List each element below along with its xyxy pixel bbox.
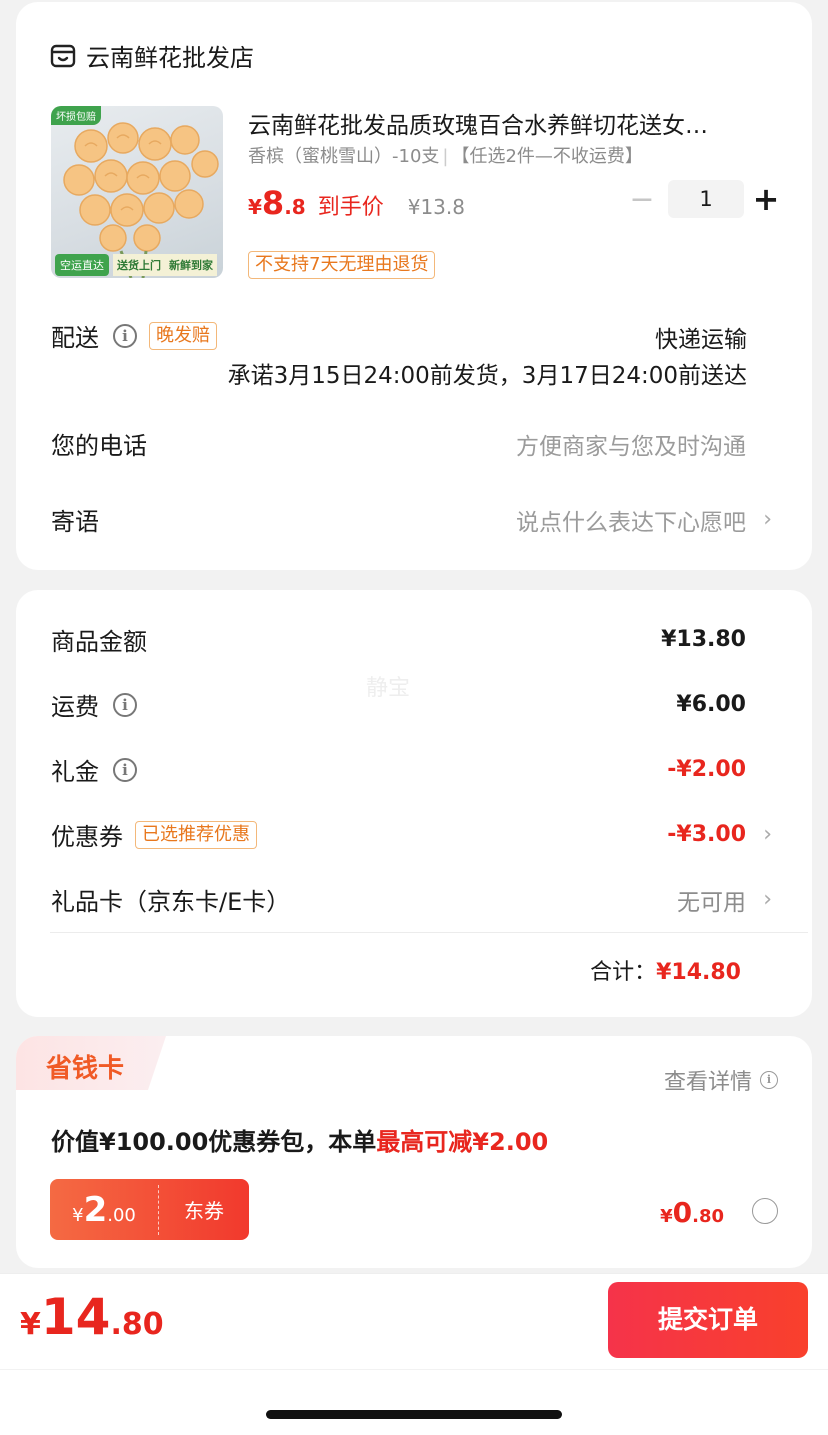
savings-radio[interactable]: [752, 1198, 778, 1224]
shipping-row: 运费 i ¥6.00: [51, 687, 746, 722]
product-price: ¥ 8 .8 到手价 ¥13.8: [248, 184, 465, 222]
return-policy-tag: 不支持7天无理由退货: [248, 251, 436, 279]
coupon-amount-int: 2: [83, 1189, 108, 1230]
delivery-info-icon[interactable]: i: [113, 323, 137, 348]
delivery-label: 配送: [51, 324, 99, 352]
gift-card-chevron-icon: ›: [763, 887, 772, 912]
product-image[interactable]: 坏损包赔 空运直达 送货上门 新鲜到家: [51, 106, 223, 278]
store-name: 云南鲜花批发店: [86, 44, 254, 72]
gift-card-row[interactable]: 礼品卡（京东卡/E卡） 无可用 ›: [51, 882, 772, 917]
savings-coupon-amount: ¥ 2 .00: [50, 1190, 158, 1230]
goods-amount-row: 商品金额 ¥13.80: [51, 622, 746, 657]
coupon-tag: 已选推荐优惠: [135, 820, 257, 849]
gift-card-label: 礼品卡（京东卡/E卡）: [51, 888, 291, 916]
savings-description: 价值¥100.00优惠券包，本单最高可减¥2.00: [51, 1122, 548, 1157]
shipping-label-group: 运费 i: [51, 687, 137, 722]
image-footer-tag-3: 新鲜到家: [165, 254, 217, 276]
checkout-bar: ¥ 14 .80 提交订单: [0, 1273, 828, 1369]
coupon-chevron-icon: ›: [763, 822, 772, 847]
message-chevron-icon: ›: [763, 507, 772, 532]
footer-total-int: 14: [40, 1288, 111, 1346]
savings-price: ¥ 0 .80: [660, 1196, 724, 1229]
order-card: 云南鲜花批发店 坏损包赔 空运直达 送货上门 新鲜到家 云南鲜花批发品质玫瑰百合…: [16, 2, 812, 570]
image-badge: 坏损包赔: [51, 106, 101, 125]
gift-money-row: 礼金 i -¥2.00: [51, 752, 746, 787]
phone-input[interactable]: 方便商家与您及时沟通: [516, 427, 746, 461]
home-indicator-area: [0, 1370, 828, 1435]
coupon-amount-dec: .00: [107, 1204, 136, 1226]
message-row[interactable]: 寄语 说点什么表达下心愿吧 ›: [51, 502, 772, 537]
price-symbol: ¥: [248, 195, 262, 219]
savings-desc-highlight: 最高可减¥2.00: [376, 1128, 549, 1156]
price-int: 8: [261, 184, 285, 222]
delivery-method: 快递运输: [655, 327, 747, 353]
phone-row[interactable]: 您的电话 方便商家与您及时沟通: [51, 426, 746, 461]
gift-money-label-group: 礼金 i: [51, 752, 137, 787]
coupon-label-group: 优惠券 已选推荐优惠: [51, 817, 257, 852]
goods-amount-value: ¥13.80: [661, 627, 746, 652]
phone-label: 您的电话: [51, 432, 147, 460]
coupon-label: 优惠券: [51, 823, 123, 851]
gift-money-label: 礼金: [51, 758, 99, 786]
price-dec: .8: [284, 195, 306, 219]
store-icon: [50, 44, 76, 67]
footer-total: ¥ 14 .80: [20, 1288, 164, 1346]
image-footer-tag-2: 送货上门: [113, 254, 165, 276]
summary-divider: [50, 932, 808, 933]
original-price: ¥13.8: [407, 195, 465, 219]
product-spec-text: 香槟（蜜桃雪山）-10支: [248, 146, 440, 167]
gift-card-value: 无可用: [677, 889, 746, 916]
message-label: 寄语: [51, 508, 99, 536]
product-spec[interactable]: 香槟（蜜桃雪山）-10支 | 【任选2件—不收运费】: [248, 142, 643, 168]
gift-money-value: -¥2.00: [667, 757, 746, 782]
late-compensation-tag: 晚发赔: [149, 321, 217, 350]
savings-price-int: 0: [672, 1196, 693, 1229]
decrease-button[interactable]: −: [622, 182, 662, 217]
savings-desc-prefix: 价值¥100.00优惠券包，本单: [51, 1128, 377, 1156]
summary-total-label: 合计：: [590, 960, 657, 985]
image-footer: 空运直达 送货上门 新鲜到家: [51, 252, 223, 278]
savings-price-dec: .80: [692, 1206, 724, 1227]
savings-price-symbol: ¥: [660, 1206, 673, 1227]
image-footer-tag-1: 空运直达: [55, 254, 109, 276]
savings-info-icon: i: [760, 1071, 778, 1089]
quantity-stepper: − 1 +: [622, 180, 786, 218]
coupon-row[interactable]: 优惠券 已选推荐优惠 -¥3.00 ›: [51, 817, 772, 852]
summary-card: 静宝 商品金额 ¥13.80 运费 i ¥6.00 礼金 i -¥2.00 优惠券已…: [16, 590, 812, 1017]
coupon-type: 东券: [184, 1199, 224, 1223]
summary-total: 合计： ¥14.80: [590, 954, 741, 986]
delivery-promise: 承诺3月15日24:00前发货，3月17日24:00前送达: [227, 363, 747, 389]
savings-coupon: ¥ 2 .00 东券: [50, 1179, 249, 1240]
savings-card: 省钱卡 查看详情 i 价值¥100.00优惠券包，本单最高可减¥2.00 ¥ 2…: [16, 1036, 812, 1268]
shipping-info-icon[interactable]: i: [113, 692, 137, 717]
footer-total-symbol: ¥: [20, 1307, 41, 1342]
gift-money-info-icon[interactable]: i: [113, 757, 137, 782]
delivery-row[interactable]: 配送 i 晚发赔 快递运输 承诺3月15日24:00前发货，3月17日24:00…: [51, 318, 747, 389]
savings-details-label: 查看详情: [663, 1070, 752, 1095]
coupon-value: -¥3.00: [667, 822, 746, 847]
coupon-amount-symbol: ¥: [72, 1204, 84, 1226]
summary-total-value: ¥14.80: [656, 960, 741, 985]
goods-amount-label: 商品金额: [51, 628, 147, 656]
savings-details-link[interactable]: 查看详情 i: [664, 1064, 778, 1096]
product-title[interactable]: 云南鲜花批发品质玫瑰百合水养鲜切花送女…: [248, 106, 768, 140]
shipping-value: ¥6.00: [676, 692, 746, 717]
store-header[interactable]: 云南鲜花批发店: [50, 38, 254, 73]
footer-total-dec: .80: [110, 1307, 164, 1342]
quantity-input[interactable]: 1: [668, 180, 744, 218]
home-indicator: [266, 1410, 562, 1419]
shipping-label: 运费: [51, 693, 99, 721]
message-input[interactable]: 说点什么表达下心愿吧: [516, 503, 746, 537]
price-label: 到手价: [317, 195, 384, 220]
increase-button[interactable]: +: [746, 180, 786, 218]
delivery-label-group: 配送 i 晚发赔: [51, 318, 747, 353]
submit-order-button[interactable]: 提交订单: [608, 1282, 808, 1358]
spec-divider: |: [442, 146, 449, 167]
savings-card-title: 省钱卡: [46, 1054, 125, 1084]
product-promo: 【任选2件—不收运费】: [451, 146, 643, 167]
